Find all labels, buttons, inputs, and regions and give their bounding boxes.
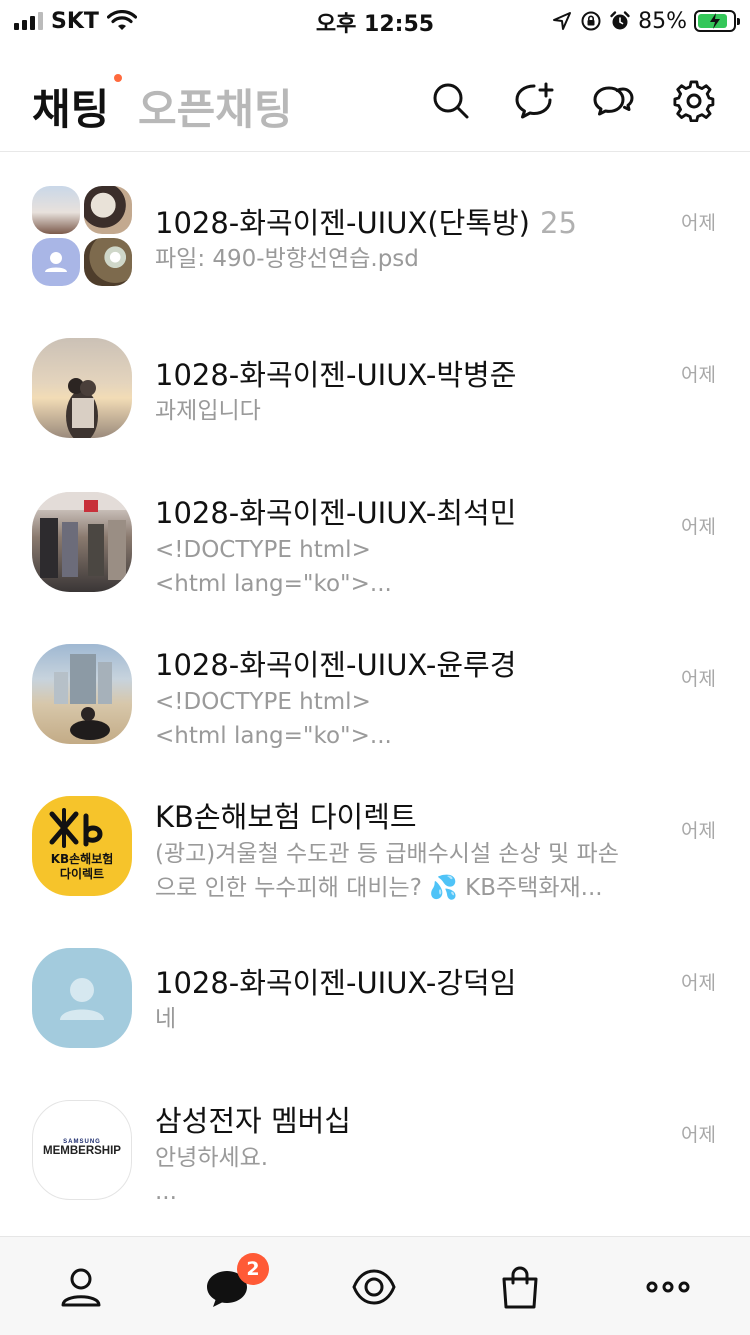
chat-title: 1028-화곡이젠-UIUX(단톡방) 25 bbox=[155, 206, 577, 240]
tab-open-chat[interactable]: 오픈채팅 bbox=[138, 76, 293, 137]
chat-row[interactable]: KB손해보험 다이렉트 KB손해보험 다이렉트 (광고)겨울철 수도관 등 급배… bbox=[0, 760, 750, 912]
avatar bbox=[32, 492, 132, 592]
kb-logo-line1: KB손해보험 bbox=[50, 852, 114, 866]
chat-preview: 안녕하세요.... bbox=[155, 1145, 269, 1205]
chat-time: 어제 bbox=[681, 1124, 716, 1146]
chat-time: 어제 bbox=[681, 516, 716, 538]
chat-time: 어제 bbox=[681, 972, 716, 994]
kb-logo: KB손해보험 다이렉트 bbox=[32, 796, 132, 896]
chat-row[interactable]: 1028-화곡이젠-UIUX-강덕임 네 어제 bbox=[0, 912, 750, 1064]
new-indicator-dot bbox=[114, 74, 122, 82]
orientation-lock-icon bbox=[581, 11, 601, 31]
search-icon[interactable] bbox=[430, 80, 472, 122]
chat-title: 1028-화곡이젠-UIUX-윤루경 bbox=[155, 648, 517, 682]
chat-preview: 과제입니다 bbox=[155, 398, 261, 424]
settings-icon[interactable] bbox=[673, 80, 715, 122]
chat-row[interactable]: 1028-화곡이젠-UIUX-윤루경 <!DOCTYPE html> <html … bbox=[0, 608, 750, 760]
chat-time: 어제 bbox=[681, 212, 716, 234]
chat-row[interactable]: 1028-화곡이젠-UIUX(단톡방) 25 파일: 490-방향선연습.psd … bbox=[0, 152, 750, 304]
battery-percent: 85% bbox=[638, 8, 687, 34]
location-icon bbox=[553, 12, 572, 30]
chat-title: 1028-화곡이젠-UIUX-최석민 bbox=[155, 496, 517, 530]
member-count: 25 bbox=[540, 206, 577, 240]
open-chat-icon[interactable] bbox=[592, 80, 634, 122]
view-icon[interactable] bbox=[350, 1263, 398, 1311]
default-profile-avatar bbox=[32, 948, 132, 1048]
samsung-logo-big: MEMBERSHIP bbox=[43, 1145, 121, 1157]
chat-time: 어제 bbox=[681, 668, 716, 690]
avatar bbox=[32, 644, 132, 744]
chat-preview: 파일: 490-방향선연습.psd bbox=[155, 246, 419, 272]
kb-logo-line2: 다이렉트 bbox=[59, 867, 105, 881]
chat-preview: <!DOCTYPE html> <html lang="ko">... bbox=[155, 689, 392, 749]
samsung-membership-logo: SAMSUNG MEMBERSHIP bbox=[32, 1100, 132, 1200]
chat-row[interactable]: 1028-화곡이젠-UIUX-박병준 과제입니다 어제 bbox=[0, 304, 750, 456]
chat-title: 1028-화곡이젠-UIUX-강덕임 bbox=[155, 966, 517, 1000]
shopping-icon[interactable] bbox=[496, 1263, 544, 1311]
group-avatar bbox=[32, 186, 132, 286]
bottom-tab-bar: 2 bbox=[0, 1236, 750, 1335]
friends-icon[interactable] bbox=[57, 1263, 105, 1311]
chat-preview: (광고)겨울철 수도관 등 급배수시설 손상 및 파손 으로 인한 누수피해 대비… bbox=[155, 841, 619, 901]
chat-title: 1028-화곡이젠-UIUX-박병준 bbox=[155, 358, 517, 392]
chat-time: 어제 bbox=[681, 820, 716, 842]
chat-title: KB손해보험 다이렉트 bbox=[155, 800, 417, 834]
status-right: 85% bbox=[551, 6, 740, 36]
chat-title: 삼성전자 멤버십 bbox=[155, 1104, 351, 1138]
chat-preview: 네 bbox=[155, 1006, 177, 1032]
chat-row[interactable]: SAMSUNG MEMBERSHIP 삼성전자 멤버십 안녕하세요.... 어제 bbox=[0, 1064, 750, 1216]
chat-row[interactable]: 1028-화곡이젠-UIUX-최석민 <!DOCTYPE html> <html … bbox=[0, 456, 750, 608]
alarm-icon bbox=[610, 11, 630, 30]
chat-time: 어제 bbox=[681, 364, 716, 386]
more-icon[interactable] bbox=[644, 1263, 692, 1311]
tab-chat[interactable]: 채팅 bbox=[32, 76, 109, 137]
battery-charging-icon bbox=[694, 10, 740, 32]
avatar bbox=[32, 338, 132, 438]
chat-preview: <!DOCTYPE html> <html lang="ko">... bbox=[155, 537, 392, 597]
unread-badge: 2 bbox=[237, 1253, 269, 1285]
status-bar: SKT 오후 12:55 85% bbox=[0, 0, 750, 44]
app-header: 채팅 오픈채팅 bbox=[0, 44, 750, 152]
new-chat-icon[interactable] bbox=[514, 80, 556, 122]
